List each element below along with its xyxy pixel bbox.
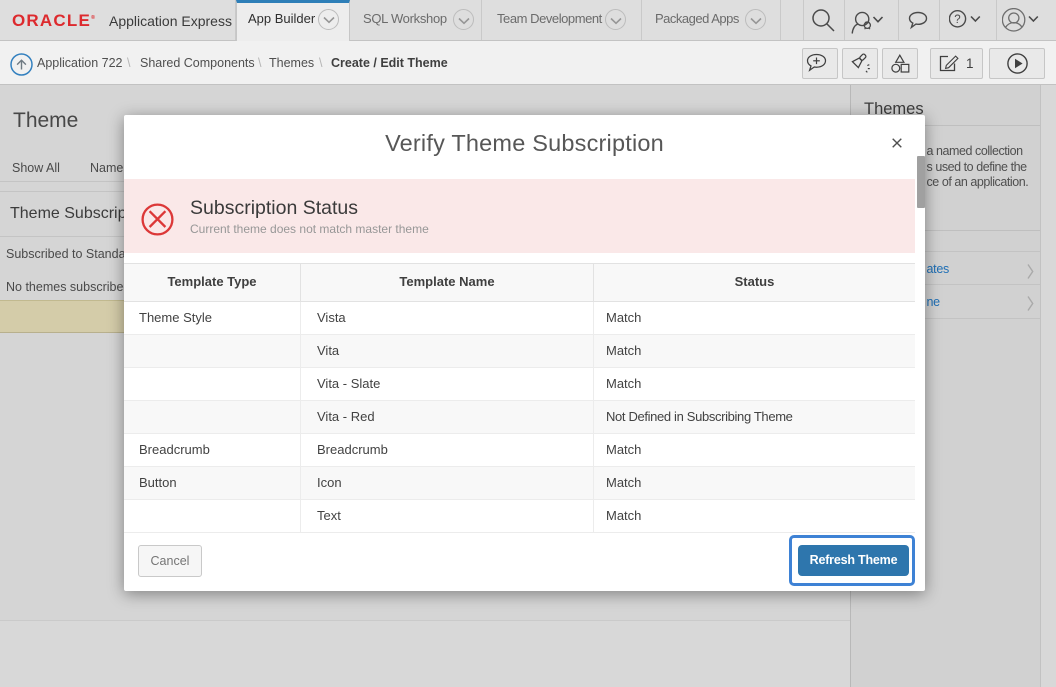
svg-text:?: ? — [954, 14, 960, 26]
